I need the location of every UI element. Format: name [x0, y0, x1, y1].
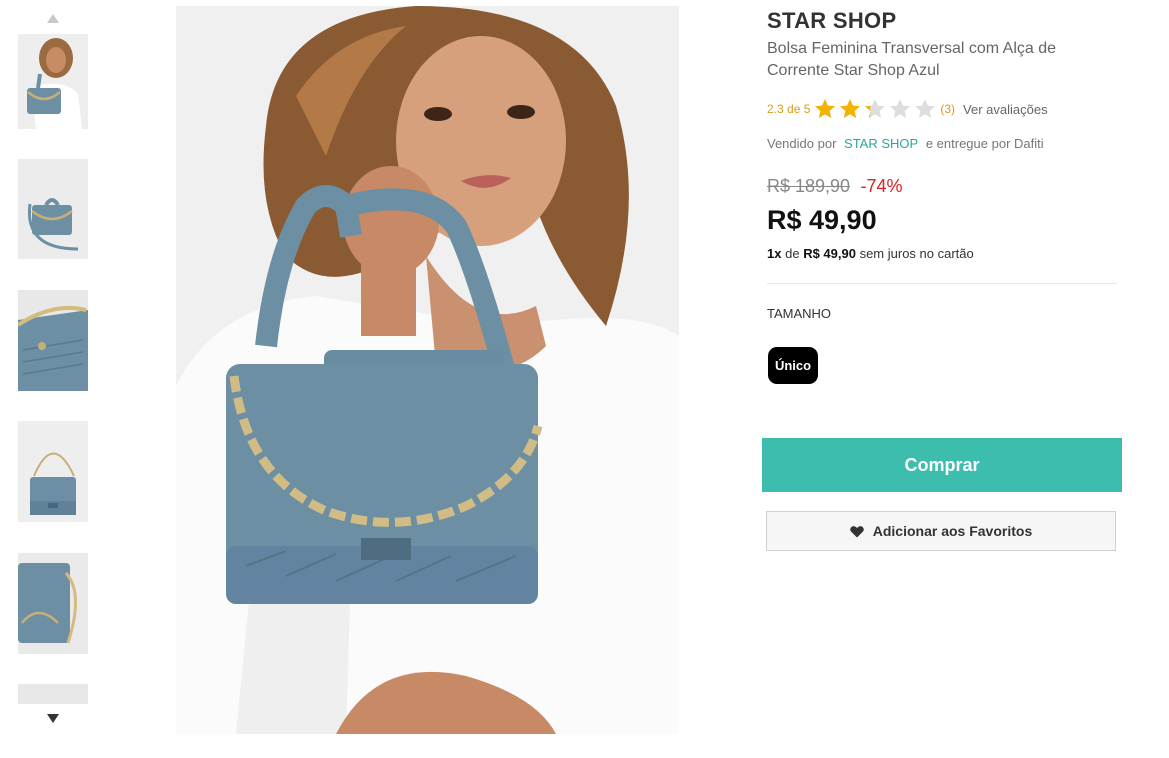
main-product-image — [176, 6, 679, 734]
seller-info: Vendido por STAR SHOP e entregue por Daf… — [767, 136, 1044, 151]
add-to-favorites-button[interactable]: Adicionar aos Favoritos — [766, 511, 1116, 551]
star-icon — [815, 99, 836, 118]
old-price-row: R$ 189,90 -74% — [767, 176, 903, 197]
size-label: TAMANHO — [767, 306, 832, 321]
seller-link[interactable]: STAR SHOP — [844, 136, 918, 151]
current-price: R$ 49,90 — [767, 205, 877, 235]
rating-stars — [813, 97, 938, 121]
heart-icon — [849, 525, 864, 537]
rating-text: 2.3 de 5 — [767, 102, 811, 116]
installments-amount: R$ 49,90 — [803, 246, 856, 261]
thumbnail-2[interactable] — [18, 159, 88, 259]
star-icon — [890, 99, 911, 118]
add-to-favorites-label: Adicionar aos Favoritos — [872, 523, 1033, 539]
installments-count: 1x — [767, 246, 782, 261]
seller-suffix: e entregue por Dafiti — [925, 136, 1044, 151]
see-reviews-link[interactable]: Ver avaliações — [963, 102, 1048, 117]
rating-count: (3) — [940, 102, 956, 116]
buy-button[interactable]: Comprar — [762, 438, 1122, 492]
scroll-down-arrow-icon[interactable] — [47, 714, 59, 723]
installments-info: 1x de R$ 49,90 sem juros no cartão — [767, 246, 974, 261]
thumbnail-3[interactable] — [18, 290, 88, 391]
star-icon — [840, 99, 861, 118]
rating-row: 2.3 de 5 (3) Ver avaliações — [767, 97, 1048, 121]
thumbnail-4[interactable] — [18, 421, 88, 522]
size-option-unico[interactable]: Único — [768, 347, 818, 384]
thumbnail-6[interactable] — [18, 684, 88, 704]
thumbnail-gallery — [18, 10, 88, 730]
seller-prefix: Vendido por — [767, 136, 837, 151]
thumbnail-1[interactable] — [18, 34, 88, 129]
old-price: R$ 189,90 — [767, 176, 851, 196]
thumbnail-5[interactable] — [18, 553, 88, 654]
divider — [767, 283, 1117, 284]
discount-badge: -74% — [860, 176, 903, 196]
brand-name[interactable]: STAR SHOP — [767, 8, 896, 34]
star-icon — [865, 99, 886, 118]
installments-suffix: sem juros no cartão — [859, 246, 974, 261]
scroll-up-arrow-icon[interactable] — [47, 14, 59, 23]
product-title: Bolsa Feminina Transversal com Alça de C… — [767, 40, 1057, 79]
star-icon — [915, 99, 936, 118]
installments-of: de — [785, 246, 800, 261]
